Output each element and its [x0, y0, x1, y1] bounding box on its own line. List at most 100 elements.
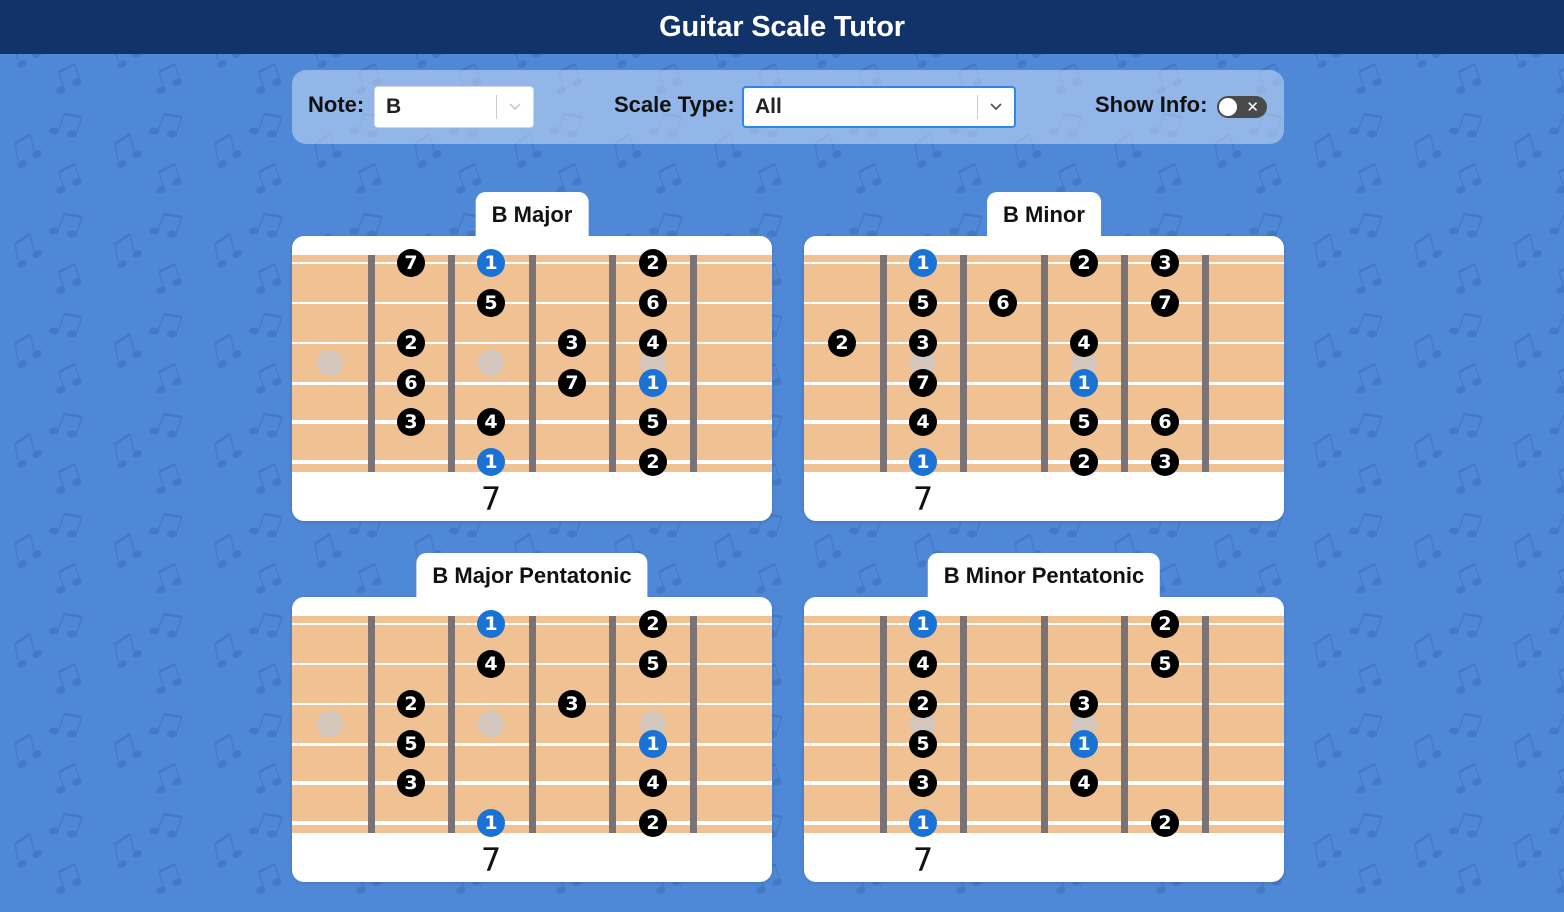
fret-wire — [960, 616, 967, 833]
note-select-value: B — [386, 95, 402, 118]
show-info-toggle[interactable]: ✕ — [1217, 96, 1267, 118]
fret-wire — [690, 255, 697, 472]
note-marker[interactable]: 2 — [1070, 249, 1098, 277]
note-marker[interactable]: 3 — [1070, 690, 1098, 718]
fret-wire — [690, 616, 697, 833]
fret-number-label: 7 — [480, 480, 502, 518]
fret-inlay-dot — [478, 711, 504, 737]
note-marker[interactable]: 3 — [558, 329, 586, 357]
note-marker[interactable]: 4 — [1070, 769, 1098, 797]
note-marker[interactable]: 6 — [639, 289, 667, 317]
note-marker[interactable]: 7 — [1151, 289, 1179, 317]
show-info-label: Show Info: — [1095, 92, 1208, 117]
fret-wire — [1121, 255, 1128, 472]
scale-type-select[interactable]: All — [742, 86, 1016, 128]
fret-wire — [448, 255, 455, 472]
note-marker[interactable]: 6 — [989, 289, 1017, 317]
note-marker[interactable]: 4 — [477, 408, 505, 436]
chevron-down-icon[interactable] — [497, 87, 533, 127]
fret-wire — [1041, 255, 1048, 472]
root-note-marker[interactable]: 1 — [477, 448, 505, 476]
note-marker[interactable]: 4 — [477, 650, 505, 678]
note-marker[interactable]: 5 — [639, 650, 667, 678]
note-marker[interactable]: 2 — [639, 249, 667, 277]
note-marker[interactable]: 2 — [639, 809, 667, 837]
root-note-marker[interactable]: 1 — [909, 448, 937, 476]
note-marker[interactable]: 7 — [909, 369, 937, 397]
fret-wire — [1202, 255, 1209, 472]
note-marker[interactable]: 2 — [909, 690, 937, 718]
app-header: Guitar Scale Tutor — [0, 0, 1564, 54]
fretboard: 1 2 4 5 2 3 5 1 3 4 1 2 — [804, 610, 1284, 837]
fret-wire — [1202, 616, 1209, 833]
fret-number-label: 7 — [480, 841, 502, 879]
note-marker[interactable]: 2 — [1070, 448, 1098, 476]
note-marker[interactable]: 2 — [639, 610, 667, 638]
note-marker[interactable]: 6 — [1151, 408, 1179, 436]
note-marker[interactable]: 3 — [1151, 448, 1179, 476]
fretboard: 1 2 4 5 2 3 5 1 3 4 1 2 — [292, 610, 772, 837]
note-marker[interactable]: 5 — [477, 289, 505, 317]
note-marker[interactable]: 3 — [397, 769, 425, 797]
root-note-marker[interactable]: 1 — [1070, 369, 1098, 397]
note-marker[interactable]: 6 — [397, 369, 425, 397]
note-marker[interactable]: 2 — [397, 690, 425, 718]
scale-title: B Minor — [987, 192, 1101, 238]
fret-number-label: 7 — [912, 480, 934, 518]
scale-card: B Minor Pentatonic 1 2 4 5 2 3 5 1 3 4 1 2 7 — [804, 553, 1284, 882]
controls-panel: Note: B Scale Type: All Show Info: ✕ — [292, 70, 1284, 144]
fret-wire — [609, 255, 616, 472]
scale-title: B Minor Pentatonic — [927, 553, 1161, 599]
note-marker[interactable]: 3 — [397, 408, 425, 436]
fret-wire — [368, 255, 375, 472]
root-note-marker[interactable]: 1 — [909, 610, 937, 638]
note-marker[interactable]: 2 — [828, 329, 856, 357]
scale-type-select-value: All — [755, 95, 782, 118]
chevron-down-icon[interactable] — [978, 88, 1014, 126]
fret-wire — [368, 616, 375, 833]
note-marker[interactable]: 4 — [639, 329, 667, 357]
note-marker[interactable]: 4 — [909, 408, 937, 436]
fret-wire — [1121, 616, 1128, 833]
fret-number-label: 7 — [912, 841, 934, 879]
fretboard: 1 2 3 5 6 7 2 3 4 7 1 4 5 6 1 2 3 — [804, 249, 1284, 476]
note-marker[interactable]: 3 — [558, 690, 586, 718]
note-marker[interactable]: 4 — [909, 650, 937, 678]
note-marker[interactable]: 5 — [909, 730, 937, 758]
note-marker[interactable]: 5 — [639, 408, 667, 436]
fret-wire — [960, 255, 967, 472]
root-note-marker[interactable]: 1 — [639, 730, 667, 758]
note-marker[interactable]: 3 — [909, 329, 937, 357]
note-marker[interactable]: 2 — [639, 448, 667, 476]
fret-wire — [880, 255, 887, 472]
fret-wire — [880, 616, 887, 833]
fret-wire — [448, 616, 455, 833]
note-marker[interactable]: 2 — [1151, 809, 1179, 837]
root-note-marker[interactable]: 1 — [909, 809, 937, 837]
scale-title: B Major — [475, 192, 589, 238]
root-note-marker[interactable]: 1 — [477, 610, 505, 638]
fret-inlay-dot — [478, 350, 504, 376]
note-marker[interactable]: 5 — [909, 289, 937, 317]
root-note-marker[interactable]: 1 — [909, 249, 937, 277]
note-marker[interactable]: 5 — [397, 730, 425, 758]
note-marker[interactable]: 7 — [558, 369, 586, 397]
root-note-marker[interactable]: 1 — [477, 809, 505, 837]
root-note-marker[interactable]: 1 — [639, 369, 667, 397]
note-select[interactable]: B — [374, 86, 534, 128]
note-marker[interactable]: 3 — [1151, 249, 1179, 277]
root-note-marker[interactable]: 1 — [477, 249, 505, 277]
scale-card: B Major Pentatonic 1 2 4 5 2 3 5 1 3 4 1 2 7 — [292, 553, 772, 882]
note-marker[interactable]: 5 — [1070, 408, 1098, 436]
note-marker[interactable]: 4 — [1070, 329, 1098, 357]
note-marker[interactable]: 7 — [397, 249, 425, 277]
note-marker[interactable]: 4 — [639, 769, 667, 797]
root-note-marker[interactable]: 1 — [1070, 730, 1098, 758]
close-icon: ✕ — [1246, 98, 1259, 116]
fret-wire — [529, 616, 536, 833]
note-marker[interactable]: 5 — [1151, 650, 1179, 678]
note-marker[interactable]: 2 — [1151, 610, 1179, 638]
note-marker[interactable]: 2 — [397, 329, 425, 357]
note-marker[interactable]: 3 — [909, 769, 937, 797]
scale-type-label: Scale Type: — [614, 92, 735, 117]
